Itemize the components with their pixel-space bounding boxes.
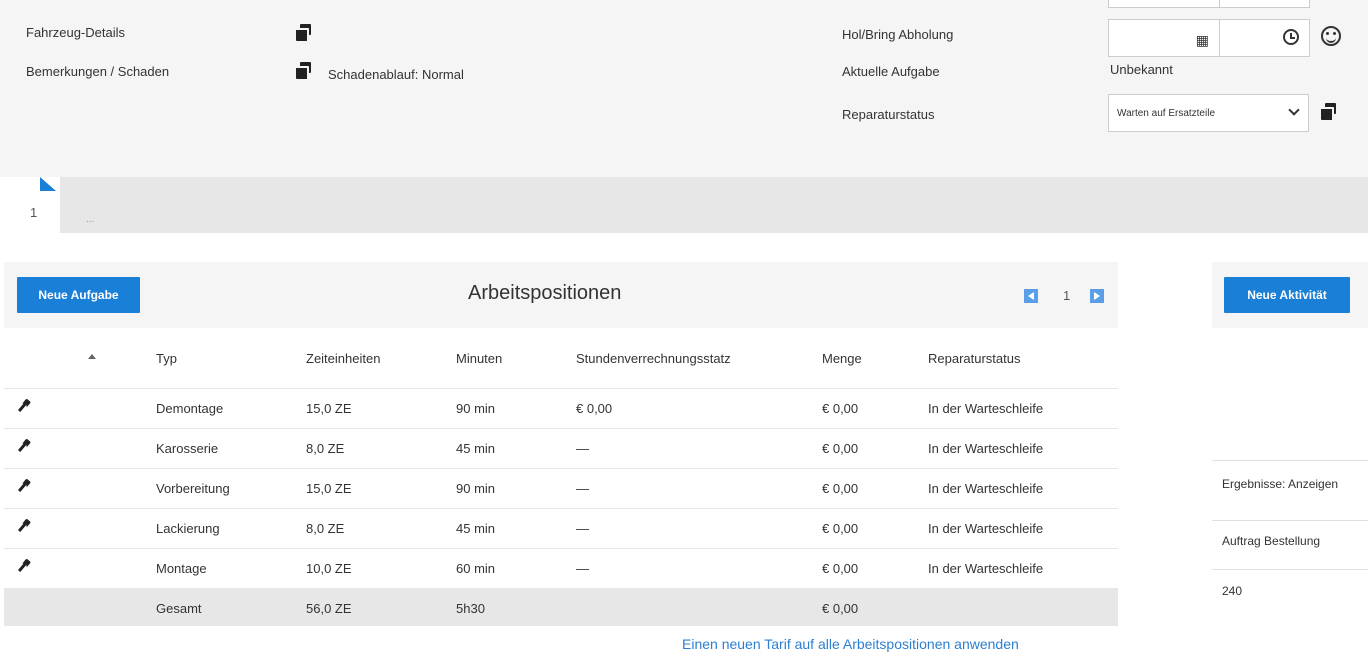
wrench-icon[interactable] (16, 398, 32, 414)
wrench-icon[interactable] (16, 438, 32, 454)
copy-icon[interactable] (296, 62, 312, 79)
table-row[interactable]: Vorbereitung 15,0 ZE 90 min — € 0,00 In … (4, 468, 1118, 506)
pager-number: 1 (1063, 288, 1071, 303)
total-min: 5h30 (456, 601, 485, 616)
table-row[interactable]: Lackierung 8,0 ZE 45 min — € 0,00 In der… (4, 508, 1118, 546)
cell-min: 45 min (456, 521, 496, 536)
cell-ze: 15,0 ZE (306, 401, 352, 416)
cell-typ: Karosserie (156, 441, 219, 456)
cell-ze: 15,0 ZE (306, 481, 352, 496)
cell-menge: € 0,00 (822, 441, 859, 456)
aktuelle-aufgabe-label: Aktuelle Aufgabe (842, 64, 940, 79)
auftrag-value: 240 (1222, 584, 1243, 598)
cell-menge: € 0,00 (822, 521, 859, 536)
calendar-icon[interactable]: ▦ (1196, 32, 1209, 49)
cell-status: In der Warteschleife (928, 561, 1044, 576)
cell-satz: — (576, 481, 589, 496)
copy-icon[interactable] (296, 24, 312, 41)
cell-typ: Demontage (156, 401, 224, 416)
col-header-menge[interactable]: Menge (822, 351, 862, 366)
tab-number[interactable]: 1 (30, 205, 37, 220)
cell-min: 90 min (456, 481, 496, 496)
total-menge: € 0,00 (822, 601, 859, 616)
cell-ze: 8,0 ZE (306, 521, 345, 536)
cell-ze: 10,0 ZE (306, 561, 352, 576)
field-top-edge (1108, 0, 1220, 8)
cell-status: In der Warteschleife (928, 481, 1044, 496)
sort-asc-icon[interactable] (88, 354, 96, 359)
cell-min: 60 min (456, 561, 496, 576)
col-header-reparaturstatus[interactable]: Reparaturstatus (928, 351, 1021, 366)
cell-status: In der Warteschleife (928, 521, 1044, 536)
clock-icon[interactable] (1283, 29, 1299, 45)
cell-min: 45 min (456, 441, 496, 456)
table-row[interactable]: Montage 10,0 ZE 60 min — € 0,00 In der W… (4, 548, 1118, 586)
pager-next-icon[interactable] (1090, 289, 1104, 303)
ergebnisse-label: Ergebnisse: Anzeigen (1222, 477, 1339, 491)
col-header-minuten[interactable]: Minuten (456, 351, 502, 366)
neue-aktivitaet-button[interactable]: Neue Aktivität (1224, 277, 1350, 313)
auftrag-value-row: 240 (1212, 569, 1368, 609)
total-ze: 56,0 ZE (306, 601, 352, 616)
tab-bar (60, 177, 1368, 233)
cell-min: 90 min (456, 401, 496, 416)
neue-aufgabe-button[interactable]: Neue Aufgabe (17, 277, 140, 313)
wrench-icon[interactable] (16, 478, 32, 494)
tab-marker-icon (40, 177, 56, 191)
table-total-row: Gesamt 56,0 ZE 5h30 € 0,00 (4, 588, 1118, 626)
cell-satz: — (576, 441, 589, 456)
cell-ze: 8,0 ZE (306, 441, 345, 456)
schadenablauf-text: Schadenablauf: Normal (328, 67, 464, 82)
pager-prev-icon[interactable] (1024, 289, 1038, 303)
tab-placeholder[interactable]: ... (86, 214, 94, 225)
reparaturstatus-select[interactable]: Warten auf Ersatzteile (1108, 94, 1309, 132)
wrench-icon[interactable] (16, 558, 32, 574)
col-header-zeiteinheiten[interactable]: Zeiteinheiten (306, 351, 380, 366)
chevron-down-icon (1288, 104, 1300, 116)
ergebnisse-filter[interactable]: Ergebnisse: Anzeigen (1212, 460, 1368, 504)
copy-icon[interactable] (1321, 103, 1337, 120)
cell-satz: € 0,00 (576, 401, 613, 416)
table-row[interactable]: Karosserie 8,0 ZE 45 min — € 0,00 In der… (4, 428, 1118, 466)
abholung-date-input[interactable]: ▦ (1108, 19, 1220, 57)
cell-satz: — (576, 561, 589, 576)
cell-menge: € 0,00 (822, 481, 859, 496)
table-row[interactable]: Demontage 15,0 ZE 90 min € 0,00 € 0,00 I… (4, 388, 1118, 426)
cell-typ: Montage (156, 561, 207, 576)
cell-typ: Vorbereitung (156, 481, 230, 496)
bemerkungen-label: Bemerkungen / Schaden (26, 64, 170, 79)
aktuelle-aufgabe-value: Unbekannt (1110, 62, 1173, 77)
holbring-label: Hol/Bring Abholung (842, 27, 954, 42)
cell-typ: Lackierung (156, 521, 220, 536)
cell-satz: — (576, 521, 589, 536)
cell-status: In der Warteschleife (928, 441, 1044, 456)
col-header-stundensatz[interactable]: Stundenverrechnungsstatz (576, 351, 731, 366)
smiley-icon[interactable] (1321, 26, 1341, 46)
cell-status: In der Warteschleife (928, 401, 1044, 416)
cell-menge: € 0,00 (822, 401, 859, 416)
auftrag-label: Auftrag Bestellung (1222, 534, 1321, 548)
page-title: Arbeitspositionen (468, 282, 622, 304)
wrench-icon[interactable] (16, 518, 32, 534)
abholung-time-input[interactable] (1220, 19, 1310, 57)
cell-menge: € 0,00 (822, 561, 859, 576)
auftrag-header[interactable]: Auftrag Bestellung (1212, 520, 1368, 560)
reparaturstatus-label: Reparaturstatus (842, 107, 935, 122)
reparaturstatus-selected: Warten auf Ersatzteile (1117, 108, 1216, 119)
field-top-edge (1220, 0, 1310, 8)
fahrzeug-details-label: Fahrzeug-Details (26, 25, 125, 40)
col-header-typ[interactable]: Typ (156, 351, 177, 366)
total-label: Gesamt (156, 601, 202, 616)
apply-tarif-link[interactable]: Einen neuen Tarif auf alle Arbeitspositi… (682, 636, 1019, 652)
